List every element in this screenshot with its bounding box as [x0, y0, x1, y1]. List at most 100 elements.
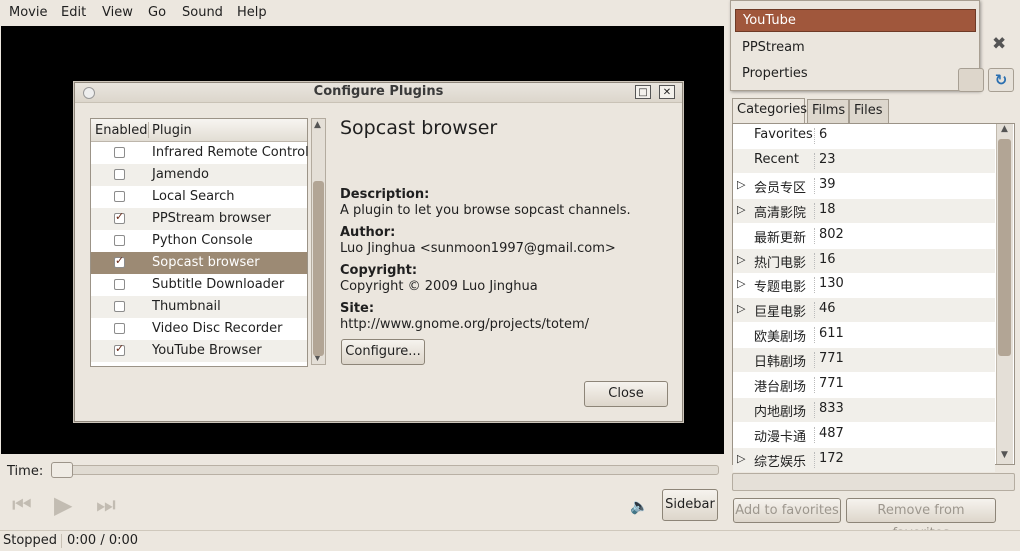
- category-name: Recent: [754, 151, 799, 167]
- menu-movie[interactable]: Movie: [9, 5, 47, 20]
- category-row[interactable]: Recent 23: [733, 148, 995, 173]
- copyright-label: Copyright:: [340, 263, 418, 278]
- plugin-row[interactable]: Infrared Remote Control: [91, 142, 309, 164]
- category-name: 日韩剧场: [754, 355, 807, 371]
- dropdown-item-properties[interactable]: Properties: [742, 66, 808, 81]
- category-row[interactable]: Favorites 6: [733, 124, 995, 148]
- plugin-name: Thumbnail: [152, 299, 221, 314]
- plugin-enabled-checkbox[interactable]: [114, 342, 125, 356]
- category-count: 39: [819, 176, 836, 192]
- close-icon[interactable]: ✕: [659, 85, 675, 99]
- plugin-enabled-checkbox[interactable]: [114, 191, 125, 202]
- plugin-enabled-checkbox[interactable]: [114, 279, 125, 290]
- remove-from-favorites-button[interactable]: Remove from favorites: [846, 498, 996, 541]
- category-name: 综艺娱乐: [754, 454, 807, 470]
- sidebar-action-button[interactable]: [958, 68, 984, 92]
- menu-sound[interactable]: Sound: [182, 5, 223, 20]
- menu-help[interactable]: Help: [237, 5, 267, 20]
- plugin-title: Sopcast browser: [340, 117, 498, 139]
- category-row[interactable]: ▷ 会员专区 39: [733, 174, 995, 198]
- category-row[interactable]: 日韩剧场 771: [733, 348, 995, 373]
- plugin-enabled-checkbox[interactable]: [114, 323, 125, 334]
- volume-icon[interactable]: 🔈: [630, 497, 649, 515]
- plugin-row[interactable]: Thumbnail: [91, 296, 307, 318]
- previous-icon[interactable]: ⏮: [12, 493, 32, 518]
- dropdown-item-label: YouTube: [743, 13, 796, 28]
- tab-categories[interactable]: Categories: [732, 98, 807, 124]
- plugin-enabled-checkbox[interactable]: [114, 210, 125, 224]
- plugin-enabled-checkbox[interactable]: [114, 254, 125, 268]
- category-count: 802: [819, 226, 844, 242]
- next-icon[interactable]: ⏭: [96, 493, 116, 518]
- category-row[interactable]: ▷ 高清影院 18: [733, 198, 995, 223]
- plugin-enabled-checkbox[interactable]: [114, 147, 125, 158]
- category-count: 172: [819, 450, 844, 466]
- header-enabled[interactable]: Enabled: [95, 123, 148, 138]
- plugin-enabled-checkbox[interactable]: [114, 235, 125, 246]
- plugin-row[interactable]: Python Console: [91, 230, 307, 252]
- column-divider: [814, 302, 815, 319]
- plugin-list: Enabled Plugin Infrared Remote Control Ja…: [90, 118, 309, 367]
- plugin-row[interactable]: Subtitle Downloader: [91, 274, 307, 296]
- plugin-row[interactable]: Local Search: [91, 186, 307, 208]
- tab-files[interactable]: Files: [849, 99, 889, 123]
- category-row[interactable]: 港台剧场 771: [733, 373, 995, 397]
- scroll-up-icon[interactable]: ▲: [314, 120, 321, 130]
- seek-bar[interactable]: [51, 465, 719, 475]
- expander-icon[interactable]: ▷: [737, 178, 745, 191]
- plugin-row[interactable]: PPStream browser: [91, 208, 307, 230]
- category-row[interactable]: ▷ 专题电影 130: [733, 273, 995, 297]
- menu-go[interactable]: Go: [148, 5, 166, 20]
- expander-icon[interactable]: ▷: [737, 277, 745, 290]
- sidebar-toggle-button[interactable]: Sidebar: [662, 489, 718, 521]
- category-row[interactable]: ▷ 巨星电影 46: [733, 298, 995, 323]
- expander-icon[interactable]: ▷: [737, 253, 745, 266]
- header-plugin[interactable]: Plugin: [152, 123, 192, 138]
- expander-icon[interactable]: ▷: [737, 203, 745, 216]
- cat-scroll-up-icon[interactable]: ▲: [1001, 124, 1008, 134]
- plugin-row[interactable]: Video Disc Recorder: [91, 318, 307, 340]
- plugin-row[interactable]: YouTube Browser: [91, 340, 307, 362]
- expander-icon[interactable]: ▷: [737, 452, 745, 465]
- progress-field: [732, 473, 1015, 491]
- plugin-row[interactable]: Jamendo: [91, 164, 307, 186]
- tab-films[interactable]: Films: [807, 99, 849, 123]
- categories-scroll-thumb[interactable]: [998, 139, 1011, 356]
- expander-icon[interactable]: ▷: [737, 302, 745, 315]
- dialog-titlebar[interactable]: Configure Plugins □ ✕: [75, 83, 682, 103]
- author-text: Luo Jinghua <sunmoon1997@gmail.com>: [340, 241, 616, 256]
- category-row[interactable]: 欧美剧场 611: [733, 323, 995, 347]
- add-to-favorites-button[interactable]: Add to favorites: [733, 498, 841, 523]
- dropdown-item-selected[interactable]: YouTube: [735, 9, 976, 32]
- category-row[interactable]: 动漫卡通 487: [733, 423, 995, 447]
- category-row[interactable]: 内地剧场 833: [733, 397, 995, 422]
- plugin-list-header: Enabled Plugin: [91, 119, 307, 142]
- plugin-enabled-checkbox[interactable]: [114, 169, 125, 180]
- source-dropdown-menu: YouTube PPStream Properties: [730, 0, 980, 91]
- menu-edit[interactable]: Edit: [61, 5, 86, 20]
- cat-scroll-down-icon[interactable]: ▼: [1001, 450, 1008, 460]
- configure-button[interactable]: Configure...: [341, 339, 425, 365]
- category-count: 18: [819, 201, 836, 217]
- dropdown-item-ppstream[interactable]: PPStream: [742, 40, 805, 55]
- category-name: 最新更新: [754, 230, 807, 246]
- category-row[interactable]: ▷ 热门电影 16: [733, 248, 995, 273]
- description-text: A plugin to let you browse sopcast chann…: [340, 203, 631, 218]
- column-divider: [814, 252, 815, 269]
- category-count: 771: [819, 376, 844, 391]
- column-divider: [814, 451, 815, 468]
- category-row[interactable]: ▷ 综艺娱乐 172: [733, 447, 995, 472]
- site-link[interactable]: http://www.gnome.org/projects/totem/: [340, 317, 589, 332]
- plugin-row[interactable]: Sopcast browser: [91, 252, 307, 274]
- close-sidebar-icon[interactable]: ✖: [992, 34, 1006, 54]
- seek-handle[interactable]: [51, 462, 73, 478]
- close-button[interactable]: Close: [584, 381, 668, 407]
- maximize-icon[interactable]: □: [635, 85, 651, 99]
- plugin-enabled-checkbox[interactable]: [114, 301, 125, 312]
- refresh-icon[interactable]: ↻: [988, 68, 1014, 92]
- menu-view[interactable]: View: [102, 5, 133, 20]
- category-row[interactable]: 最新更新 802: [733, 224, 995, 248]
- plugin-list-scroll-thumb[interactable]: [313, 181, 324, 356]
- play-icon[interactable]: ▶: [54, 491, 72, 519]
- category-count: 16: [819, 251, 836, 267]
